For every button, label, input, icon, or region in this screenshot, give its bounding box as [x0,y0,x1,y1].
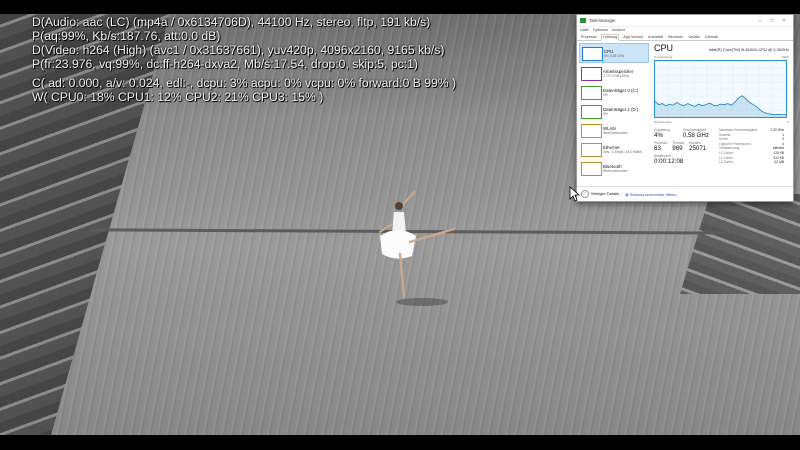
resource-monitor-label: Ressourcenmonitor öffnen [629,191,677,197]
osd-cpu-stats: W( CPU0: 18% CPU1: 12% CPU2: 21% CPU3: 1… [32,90,324,104]
menu-options[interactable]: Optionen [593,28,608,32]
sidebar-item-bluetooth[interactable]: Bluetooth Nicht verbunden [579,159,649,177]
cpu-usage-area [655,95,786,117]
sidebar-thumbnail [581,162,602,176]
sidebar-item-sub: Ges.: 0 Empf.: 24,0 KBit/s [603,149,643,154]
sidebar-item-datentr-ger-0-c[interactable]: Datenträger 0 (C:) 0% [579,83,649,101]
maximize-icon[interactable]: □ [766,18,778,24]
performance-sidebar: CPU 4% 0,58 GHz Arbeitsspeicher 2,7/7,9 GB … [579,43,649,178]
cpu-panel: CPU Intel(R) Core(TM) i5-6100U CPU @ 2,3… [654,43,789,185]
sidebar-thumbnail [581,86,602,100]
sidebar-item-ethernet[interactable]: Ethernet Ges.: 0 Empf.: 24,0 KBit/s [579,140,649,158]
graph-label-zero: 0 [787,120,789,124]
graph-label-max: 100% [781,55,789,59]
menu-file[interactable]: Datei [580,28,589,32]
detail-value: 3,0 MB [773,160,784,165]
processes-value: 63 [654,145,661,152]
graph-label-time: 60 Sekunden [654,120,672,124]
window-title: Task-Manager [589,18,616,23]
tab-services[interactable]: Dienste [704,35,719,40]
tab-startup[interactable]: Autostart [647,35,664,40]
sidebar-item-datentr-ger-1-d[interactable]: Datenträger 1 (D:) 0% [579,102,649,120]
sidebar-thumbnail [581,105,602,119]
minimize-icon[interactable]: – [754,18,766,24]
sidebar-thumbnail [582,47,603,61]
tab-app-history[interactable]: App-Verlauf [622,35,644,40]
background-structure-right [680,194,800,294]
menu-view[interactable]: Ansicht [612,28,624,32]
cpu-usage-graph [654,60,787,118]
sidebar-thumbnail [581,67,602,81]
chevron-up-icon: ˆ [581,190,589,198]
osd-video-decoder: D(Video: h264 (High) (avc1 / 0x31637661)… [32,43,445,57]
sidebar-item-arbeitsspeicher[interactable]: Arbeitsspeicher 2,7/7,9 GB (34%) [579,64,649,82]
cpu-details: Maximale Geschwindigkeit: 2,30 GHz Sockets… [719,128,784,165]
tab-users[interactable]: Benutzer [667,35,684,40]
mouse-cursor-icon [569,186,581,202]
osd-audio-decoder: D(Audio: aac (LC) (mp4a / 0x6134706D), 4… [32,15,431,29]
threads-value: 969 [672,145,683,152]
sidebar-item-sub: Nicht verbunden [603,168,628,173]
sidebar-item-sub: 4% 0,58 GHz [604,53,625,58]
ballet-dancer [379,190,456,306]
less-details-label: Weniger Details [591,191,620,196]
speed-value: 0,58 GHz [682,132,709,139]
close-icon[interactable]: × [778,18,790,24]
tab-processes[interactable]: Prozesse [580,35,598,40]
sidebar-thumbnail [581,143,602,157]
task-manager-icon [580,18,586,23]
sidebar-item-cpu[interactable]: CPU 4% 0,58 GHz [579,43,649,63]
sidebar-item-sub: Nicht verbunden [603,130,628,135]
sidebar-item-sub: 2,7/7,9 GB (34%) [603,73,630,78]
osd-video-playback: P(fr:23.976, vq:99%, dc:ff-h264-dxva2, M… [32,57,418,71]
handles-value: 25071 [689,145,707,152]
utilization-value: 4% [654,132,663,139]
tab-details[interactable]: Details [687,35,701,40]
osd-cache-stats: C( ad: 0.000, a/v: 0.024, edl:-, dcpu: 3… [32,76,457,90]
detail-key: L3-Cache: [719,160,734,165]
title-bar[interactable]: Task-Manager – □ × [577,15,793,27]
sidebar-item-sub: 0% [603,92,608,97]
footer-bar: ˆ Weniger Details ◉ Ressourcenmonitor öff… [577,186,793,201]
cpu-heading: CPU [654,43,674,53]
osd-audio-playback: P(aq:99%, Kb/s:187.76, att:0.0 dB) [32,29,221,43]
tab-performance[interactable]: Leistung [600,34,620,41]
sidebar-item-sub: 0% [603,111,608,116]
uptime-value: 0:00:12:08 [654,158,684,165]
tab-bar: Prozesse Leistung App-Verlauf Autostart … [577,33,793,41]
cpu-model: Intel(R) Core(TM) i5-6100U CPU @ 2,30GHz [708,47,789,52]
less-details-button[interactable]: ˆ Weniger Details [581,190,619,198]
sidebar-item-wlan[interactable]: WLAN Nicht verbunden [579,121,649,139]
task-manager-window[interactable]: Task-Manager – □ × Datei Optionen Ansich… [576,14,794,202]
resource-monitor-link[interactable]: ◉ Ressourcenmonitor öffnen [625,192,676,197]
resource-monitor-icon: ◉ [625,191,629,197]
detail-row: L3-Cache: 3,0 MB [719,160,784,165]
sidebar-thumbnail [581,124,602,138]
graph-label-utilization: % Auslastung [654,55,673,59]
